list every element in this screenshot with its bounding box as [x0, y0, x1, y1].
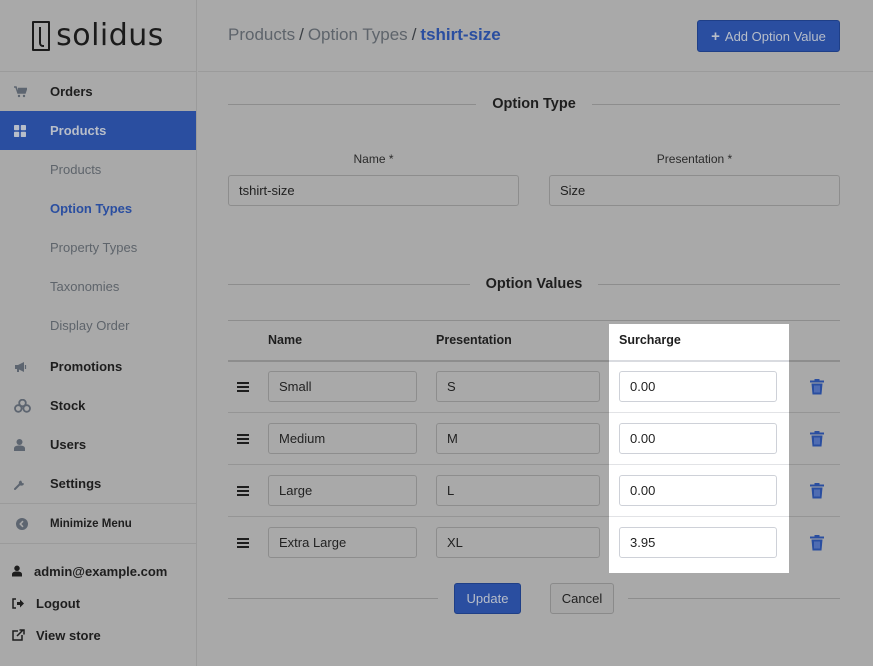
option-value-presentation-input[interactable]: XL [436, 527, 600, 558]
sidebar-item-label: Stock [50, 398, 86, 413]
sidebar-item-settings[interactable]: Settings [0, 464, 196, 503]
grid-icon [14, 124, 50, 137]
trash-icon[interactable] [810, 431, 824, 447]
external-link-icon [12, 629, 36, 641]
sidebar-item-label: Users [50, 437, 87, 452]
presentation-input[interactable]: Size [549, 175, 840, 206]
cancel-button[interactable]: Cancel [550, 583, 614, 614]
sidebar-item-stock[interactable]: Stock [0, 386, 196, 425]
sidebar-item-products[interactable]: Products [0, 111, 196, 150]
option-type-title: Option Type [492, 96, 576, 112]
row-divider [609, 516, 789, 517]
drag-handle-icon[interactable] [237, 434, 249, 446]
breadcrumb-option-types[interactable]: Option Types [308, 25, 408, 44]
sidebar-subitem-option-types[interactable]: Option Types [0, 189, 196, 228]
sidebar-subitem-property-types[interactable]: Property Types [0, 228, 196, 267]
cubes-icon [14, 398, 50, 413]
column-header-name: Name [268, 333, 303, 347]
breadcrumb: Products / Option Types / tshirt-size [228, 25, 501, 45]
table-top-border [228, 320, 840, 321]
view-store-label: View store [36, 627, 101, 643]
divider [228, 283, 470, 285]
drag-handle-icon[interactable] [237, 486, 249, 498]
sidebar-item-orders[interactable]: Orders [0, 72, 196, 111]
sidebar-subitem-display-order[interactable]: Display Order [0, 306, 196, 345]
trash-icon[interactable] [810, 483, 824, 499]
logo-mark-icon [32, 20, 51, 51]
logo[interactable]: solidus [0, 0, 196, 72]
chevron-left-circle-icon [16, 517, 50, 530]
sidebar-divider [0, 543, 196, 544]
divider [598, 283, 840, 285]
main-content: Products / Option Types / tshirt-size + Add … [198, 0, 873, 666]
name-input[interactable]: tshirt-size [228, 175, 519, 206]
wrench-icon [14, 478, 50, 490]
column-header-presentation: Presentation [436, 333, 512, 347]
sidebar-item-users[interactable]: Users [0, 425, 196, 464]
user-icon [14, 438, 50, 451]
option-value-surcharge-input[interactable]: 3.95 [619, 527, 777, 558]
trash-icon[interactable] [810, 535, 824, 551]
sidebar: solidus Orders Products Products Option … [0, 0, 197, 666]
drag-handle-icon[interactable] [237, 538, 249, 550]
breadcrumb-products[interactable]: Products [228, 25, 295, 44]
divider [628, 598, 840, 599]
option-value-surcharge-input[interactable]: 0.00 [619, 423, 777, 454]
plus-icon: + [711, 27, 720, 45]
option-value-surcharge-input[interactable]: 0.00 [619, 371, 777, 402]
add-option-value-button[interactable]: + Add Option Value [697, 20, 840, 52]
update-button[interactable]: Update [454, 583, 521, 614]
add-option-value-label: Add Option Value [724, 28, 826, 44]
minimize-menu-button[interactable]: Minimize Menu [0, 504, 196, 543]
view-store-link[interactable]: View store [0, 619, 196, 651]
name-label: Name * [353, 152, 394, 166]
option-values-legend: Option Values [228, 274, 840, 294]
minimize-menu-label: Minimize Menu [50, 517, 132, 530]
trash-icon[interactable] [810, 379, 824, 395]
option-values-title: Option Values [485, 276, 583, 292]
option-value-name-input[interactable]: Large [268, 475, 417, 506]
drag-handle-icon[interactable] [237, 382, 249, 394]
option-value-presentation-input[interactable]: L [436, 475, 600, 506]
row-divider [609, 464, 789, 465]
cart-icon [14, 85, 50, 98]
sidebar-item-label: Settings [50, 476, 102, 491]
logout-label: Logout [36, 595, 81, 611]
option-value-name-input[interactable]: Extra Large [268, 527, 417, 558]
row-divider [609, 412, 789, 413]
sidebar-item-promotions[interactable]: Promotions [0, 347, 196, 386]
user-icon [12, 565, 34, 577]
option-value-name-input[interactable]: Medium [268, 423, 417, 454]
option-value-surcharge-input[interactable]: 0.00 [619, 475, 777, 506]
breadcrumb-separator: / [299, 25, 304, 44]
divider [591, 103, 841, 105]
breadcrumb-separator: / [411, 25, 417, 44]
sign-out-icon [12, 597, 36, 609]
sidebar-item-label: Promotions [50, 359, 123, 374]
logo-text: solidus [56, 18, 164, 53]
logout-link[interactable]: Logout [0, 587, 196, 619]
megaphone-icon [14, 361, 50, 373]
table-header-border [609, 360, 789, 362]
breadcrumb-current: tshirt-size [420, 25, 501, 44]
option-value-name-input[interactable]: Small [268, 371, 417, 402]
page-header: Products / Option Types / tshirt-size + Add … [198, 0, 873, 72]
sidebar-item-label: Orders [50, 84, 93, 99]
divider [228, 598, 438, 599]
account-link[interactable]: admin@example.com [0, 555, 196, 587]
sidebar-subitem-products[interactable]: Products [0, 150, 196, 189]
account-email: admin@example.com [34, 563, 168, 579]
option-value-presentation-input[interactable]: S [436, 371, 600, 402]
presentation-label: Presentation * [656, 152, 733, 166]
divider [228, 103, 477, 105]
sidebar-subitem-taxonomies[interactable]: Taxonomies [0, 267, 196, 306]
column-header-surcharge: Surcharge [619, 333, 681, 347]
sidebar-item-label: Products [50, 123, 107, 138]
option-type-legend: Option Type [228, 94, 841, 114]
option-value-presentation-input[interactable]: M [436, 423, 600, 454]
